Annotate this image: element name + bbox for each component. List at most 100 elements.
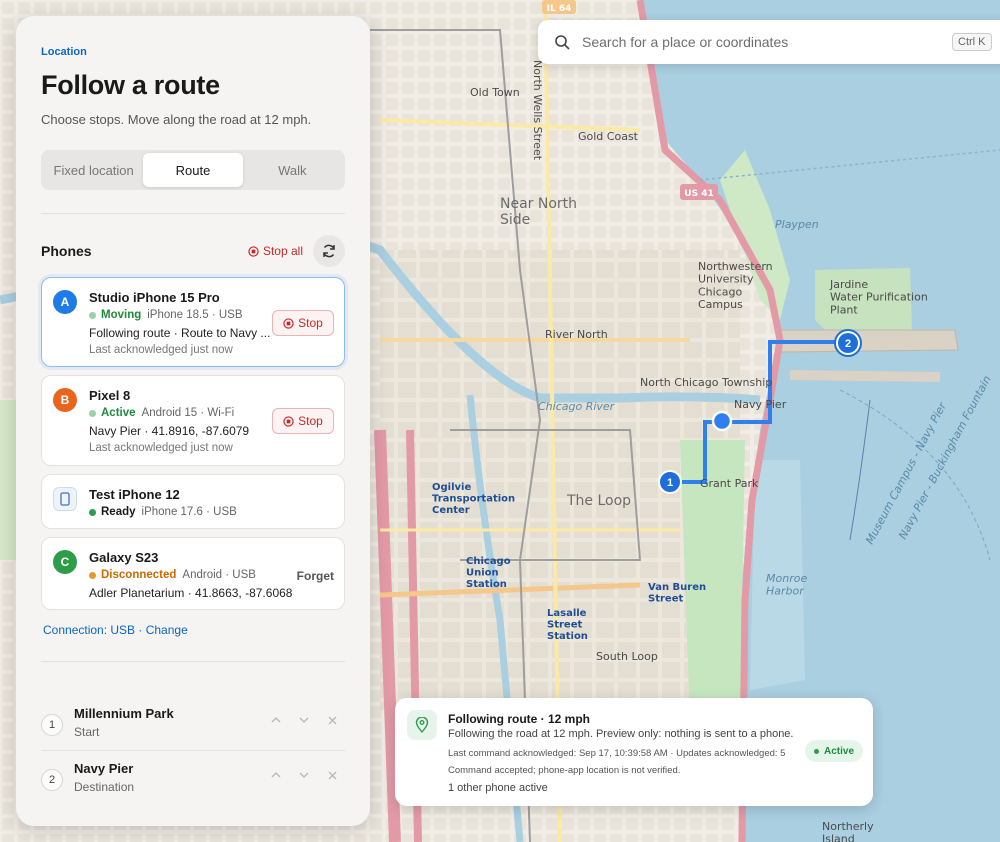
status-dot (89, 571, 96, 579)
status-text: Disconnected (101, 569, 177, 581)
stop-row-start[interactable]: 1 Millennium Park Start (41, 702, 345, 752)
status-badge: Active (805, 740, 864, 762)
status-dot (89, 409, 96, 417)
phone-ack: Last acknowledged just now (89, 344, 233, 356)
phone-status: Disconnected Android · USB (89, 569, 256, 581)
avatar: C (53, 550, 77, 574)
svg-text:1: 1 (667, 477, 673, 489)
close-icon[interactable] (325, 768, 339, 782)
stop-number: 2 (41, 769, 63, 791)
stop-icon (283, 415, 294, 427)
status-title: Following route · 12 mph (448, 712, 590, 726)
search-input[interactable] (582, 34, 952, 50)
route-marker-2[interactable]: 2 (834, 329, 862, 357)
phone-name: Pixel 8 (89, 388, 131, 403)
phone-name: Galaxy S23 (89, 550, 159, 565)
phone-card-test-iphone-12[interactable]: Test iPhone 12 Ready iPhone 17.6 · USB (41, 474, 345, 529)
label-river-north: River North (545, 328, 608, 341)
us41-shield: US 41 (680, 184, 718, 200)
side-panel: Location Follow a route Choose stops. Mo… (16, 16, 370, 826)
device-info: Android · USB (182, 569, 256, 581)
stop-all-label: Stop all (262, 244, 303, 258)
status-text: Moving (101, 309, 142, 321)
status-badge-label: Active (824, 745, 855, 757)
stop-label: Stop (298, 316, 323, 330)
mode-fixed-location[interactable]: Fixed location (44, 153, 143, 187)
chevron-down-icon[interactable] (297, 768, 311, 782)
status-meta: Last command acknowledged: Sep 17, 10:39… (448, 748, 786, 759)
phones-header: Phones Stop all (41, 234, 345, 268)
forget-button[interactable]: Forget (297, 569, 334, 583)
phone-name: Test iPhone 12 (89, 487, 180, 502)
mode-walk[interactable]: Walk (243, 153, 342, 187)
search-bar[interactable]: Ctrl K (538, 20, 1000, 64)
stop-name: Millennium Park (74, 706, 174, 721)
phones-label: Phones (41, 243, 92, 259)
status-dot (814, 748, 819, 754)
location-pin-icon (407, 710, 437, 740)
label-north-chicago-township: North Chicago Township (640, 376, 772, 389)
svg-text:IL 64: IL 64 (547, 4, 572, 14)
phone-card-studio-iphone[interactable]: A Studio iPhone 15 Pro Moving iPhone 18.… (41, 277, 345, 367)
stop-number: 1 (41, 714, 63, 736)
stop-role: Start (74, 725, 100, 739)
device-info: iPhone 18.5 · USB (147, 309, 243, 321)
label-navy-pier: Navy Pier (734, 398, 787, 411)
phone-status: Ready iPhone 17.6 · USB (89, 506, 237, 518)
stop-label: Stop (298, 414, 323, 428)
status-text: Ready (101, 506, 136, 518)
divider (41, 661, 345, 662)
stop-button[interactable]: Stop (272, 310, 334, 336)
connection-link[interactable]: Connection: USB · Change (43, 623, 188, 637)
svg-text:US 41: US 41 (684, 189, 713, 199)
page-subtitle: Choose stops. Move along the road at 12 … (41, 112, 312, 127)
il64-shield: IL 64 (542, 0, 576, 14)
stop-all-button[interactable]: Stop all (248, 244, 303, 258)
device-info: Android 15 · Wi-Fi (141, 407, 235, 419)
phone-name: Studio iPhone 15 Pro (89, 290, 220, 305)
label-old-town: Old Town (470, 86, 520, 99)
stop-button[interactable]: Stop (272, 408, 334, 434)
avatar: A (53, 290, 77, 314)
chevron-up-icon[interactable] (269, 768, 283, 782)
stop-name: Navy Pier (74, 761, 134, 776)
label-chicago-river: Chicago River (538, 400, 616, 413)
svg-text:2: 2 (845, 338, 851, 350)
phone-icon (53, 487, 77, 511)
refresh-icon (323, 244, 335, 258)
page-title: Follow a route (41, 70, 220, 100)
status-dot (89, 311, 96, 319)
status-dot (89, 508, 96, 516)
navy-pier-lower (790, 370, 940, 382)
label-the-loop: The Loop (566, 493, 631, 509)
stop-controls (269, 713, 339, 727)
stop-icon (283, 317, 294, 329)
label-south-loop: South Loop (596, 650, 658, 663)
route-marker-1[interactable]: 1 (658, 470, 682, 494)
route-status-card: Following route · 12 mph Following the r… (395, 698, 873, 806)
panel-eyebrow: Location (41, 46, 87, 58)
phone-ack: Last acknowledged just now (89, 442, 233, 454)
phone-card-galaxy-s23[interactable]: C Galaxy S23 Disconnected Android · USB … (41, 537, 345, 610)
divider (41, 750, 345, 751)
stop-controls (269, 768, 339, 782)
refresh-button[interactable] (313, 235, 345, 267)
label-playpen: Playpen (775, 218, 819, 231)
close-icon[interactable] (325, 713, 339, 727)
mode-route[interactable]: Route (143, 153, 243, 187)
chevron-up-icon[interactable] (269, 713, 283, 727)
stop-icon (248, 245, 259, 257)
search-shortcut: Ctrl K (952, 33, 992, 51)
status-verification: Command accepted; phone-app location is … (448, 765, 681, 776)
chevron-down-icon[interactable] (297, 713, 311, 727)
label-northerly-island: Northerly Island (822, 820, 874, 842)
phone-card-pixel-8[interactable]: B Pixel 8 Active Android 15 · Wi-Fi Navy… (41, 375, 345, 466)
stop-row-destination[interactable]: 2 Navy Pier Destination (41, 757, 345, 807)
current-position-dot (711, 410, 733, 432)
label-lasalle-station: Lasalle Street Station (547, 608, 588, 642)
phone-activity: Following route · Route to Navy ... (89, 326, 271, 340)
search-icon (555, 35, 570, 50)
lake-path-2 (849, 399, 871, 541)
label-gold-coast: Gold Coast (578, 130, 639, 143)
status-subtitle: Following the road at 12 mph. Preview on… (448, 728, 794, 740)
